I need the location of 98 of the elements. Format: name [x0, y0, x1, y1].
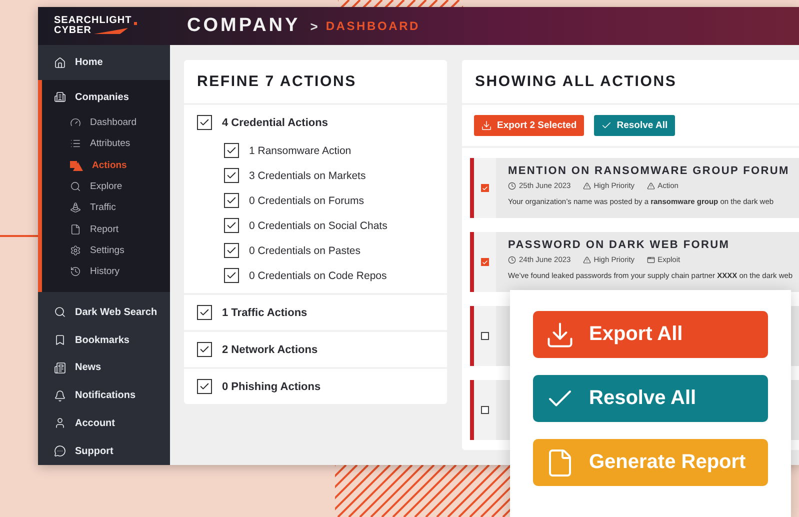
logo: SEARCHLIGHT CYBER [38, 16, 170, 36]
checkbox[interactable] [197, 305, 212, 320]
bookmark-icon [54, 334, 66, 346]
filter-group[interactable]: 1 Traffic Actions [197, 305, 434, 320]
user-icon [54, 417, 66, 430]
checkmark-icon [226, 145, 237, 156]
sidebar-item[interactable]: Dark Web Search [38, 298, 170, 326]
newspaper-icon [54, 362, 66, 374]
card-title: REFINE 7 ACTIONS [184, 60, 447, 105]
filter-label: 0 Phishing Actions [222, 380, 321, 392]
sidebar-subitem[interactable]: History [42, 261, 170, 282]
filter-item[interactable]: 0 Credentials on Code Repos [197, 268, 434, 283]
checkbox[interactable] [224, 168, 239, 183]
sidebar-subitem[interactable]: Actions [42, 154, 170, 176]
checkmark-icon [600, 120, 612, 131]
buildings-icon [54, 91, 66, 103]
checkbox[interactable] [224, 193, 239, 208]
checkmark-icon [226, 195, 237, 206]
checkmark-icon [199, 307, 210, 318]
filter-item[interactable]: 1 Ransomware Action [197, 143, 434, 158]
home-icon [54, 56, 66, 68]
checkmark-icon [199, 117, 210, 128]
checkmark-icon [199, 381, 210, 392]
resolve-button[interactable]: Resolve All [594, 115, 675, 136]
gear-icon [70, 244, 81, 256]
checkbox[interactable] [197, 115, 212, 130]
bell-icon [54, 390, 66, 402]
sidebar-item[interactable]: Home [38, 48, 170, 77]
checkmark-icon [482, 184, 488, 192]
sidebar-item[interactable]: News [38, 354, 170, 382]
checkmark-icon [226, 245, 237, 256]
filter-item[interactable]: 0 Credentials on Pastes [197, 243, 434, 258]
resolve-button[interactable]: Resolve All [533, 375, 768, 422]
action-title: PASSWORD ON DARK WEB FORUM [508, 239, 731, 251]
checkmark-icon [226, 170, 237, 181]
filter-item[interactable]: 3 Credentials on Markets [197, 168, 434, 183]
page-title: COMPANY [187, 15, 300, 37]
sidebar-item[interactable]: Bookmarks [38, 326, 170, 354]
filter-label: 4 Credential Actions [222, 116, 328, 128]
filter-label: 0 Credentials on Forums [249, 194, 364, 206]
row-checkbox[interactable] [481, 332, 489, 340]
warning-icon [582, 256, 591, 264]
filter-label: 0 Credentials on Pastes [249, 244, 360, 256]
clock-icon [508, 256, 516, 264]
checkbox[interactable] [224, 218, 239, 233]
window-icon [646, 256, 655, 264]
download-icon [481, 120, 492, 131]
row-checkbox[interactable] [481, 406, 489, 414]
checkbox[interactable] [224, 143, 239, 158]
filter-group[interactable]: 4 Credential Actions [197, 115, 434, 130]
sidebar-item[interactable]: Notifications [38, 382, 170, 410]
checkbox[interactable] [224, 243, 239, 258]
gauge-icon [70, 117, 81, 128]
breadcrumb-separator: > [310, 18, 318, 34]
warning-icon [582, 182, 591, 190]
sidebar-subitem[interactable]: Settings [42, 240, 170, 262]
document-icon [70, 224, 81, 235]
sidebar-item[interactable]: Account [38, 409, 170, 438]
sidebar-subitem[interactable]: Traffic [42, 197, 170, 218]
checkmark-icon [199, 344, 210, 355]
history-icon [70, 266, 81, 278]
sidebar-item[interactable]: Companies [42, 82, 170, 112]
clock-icon [508, 182, 516, 190]
checkbox[interactable] [197, 379, 212, 394]
filter-item[interactable]: 0 Credentials on Social Chats [197, 218, 434, 233]
card-title: SHOWING ALL ACTIONS [462, 60, 799, 105]
action-title: MENTION ON RANSOMWARE GROUP FORUM [508, 165, 790, 177]
search-icon [54, 306, 66, 318]
sidebar-subitem[interactable]: Explore [42, 176, 170, 198]
filter-label: 1 Ransomware Action [249, 144, 352, 156]
export-button[interactable]: Export All [533, 311, 768, 358]
filter-label: 2 Network Actions [222, 344, 318, 356]
sidebar-subitem[interactable]: Dashboard [42, 112, 170, 134]
export-button[interactable]: Export 2 Selected [474, 115, 584, 136]
filter-item[interactable]: 0 Credentials on Forums [197, 193, 434, 208]
checkbox[interactable] [197, 342, 212, 357]
shapes-icon [70, 160, 83, 171]
filter-label: 0 Credentials on Code Repos [249, 270, 387, 282]
sidebar-item[interactable]: Support [38, 437, 170, 465]
row-checkbox[interactable] [481, 258, 489, 266]
sidebar-subitem[interactable]: Attributes [42, 133, 170, 155]
checkmark-icon [482, 258, 488, 266]
filter-group[interactable]: 2 Network Actions [197, 342, 434, 357]
filter-label: 3 Credentials on Markets [249, 170, 366, 182]
filter-label: 1 Traffic Actions [222, 306, 308, 318]
breadcrumb-link[interactable]: DASHBOARD [326, 19, 420, 33]
search-icon [70, 181, 81, 192]
warning-icon [646, 182, 655, 190]
filter-group[interactable]: 0 Phishing Actions [197, 379, 434, 394]
checkbox[interactable] [224, 268, 239, 283]
checkmark-icon [226, 270, 237, 281]
cone-icon [70, 202, 81, 214]
checkmark-icon [226, 220, 237, 231]
chat-icon [54, 445, 66, 458]
sidebar-subitem[interactable]: Report [42, 218, 170, 240]
filter-label: 0 Credentials on Social Chats [249, 220, 388, 232]
swoosh-icon [94, 28, 128, 34]
row-checkbox[interactable] [481, 184, 489, 192]
